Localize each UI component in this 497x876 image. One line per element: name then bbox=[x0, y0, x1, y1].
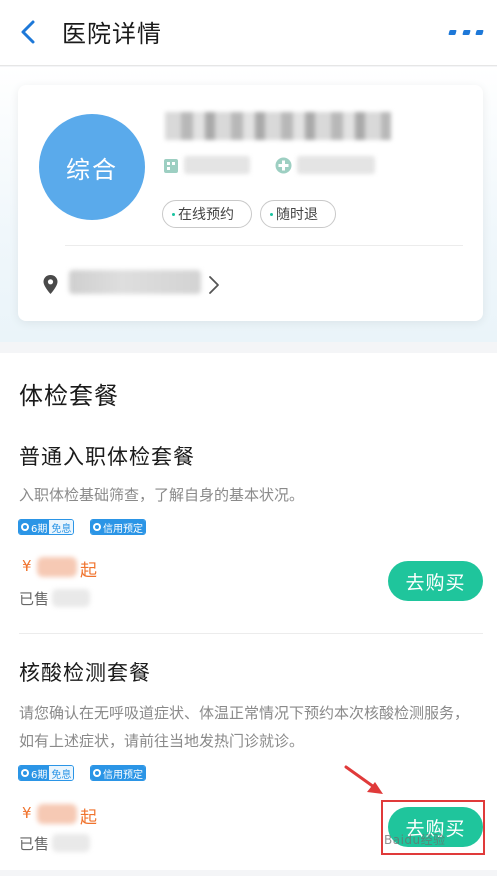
sold-count-label: 已售 bbox=[19, 835, 50, 853]
installment-icon bbox=[21, 769, 29, 777]
page-title: 医院详情 bbox=[62, 20, 162, 48]
watermark: Baidu经验 bbox=[384, 833, 446, 847]
price-currency: ¥ bbox=[22, 557, 32, 575]
package-description: 请您确认在无呼吸道症状、体温正常情况下预约本次核酸检测服务，如有上述症状，请前往… bbox=[19, 704, 470, 750]
hospital-level-redacted bbox=[184, 156, 250, 174]
buy-button[interactable]: 去购买 bbox=[388, 561, 483, 601]
hospital-type-icon bbox=[275, 157, 292, 174]
tag-online-booking: 在线预约 bbox=[162, 200, 252, 228]
hospital-name-redacted bbox=[165, 112, 391, 140]
red-arrow-annotation bbox=[344, 765, 383, 794]
more-dots-icon[interactable] bbox=[448, 26, 484, 38]
price-redacted bbox=[37, 804, 77, 824]
credit-label: 信用预定 bbox=[103, 523, 143, 535]
package-section: 体检套餐 普通入职体检套餐 入职体检基础筛查，了解自身的基本状况。 6期 免息 … bbox=[0, 353, 497, 876]
hospital-card: 综合 在线预约 随时退 bbox=[18, 85, 483, 321]
top-bar: 医院详情 bbox=[0, 0, 497, 66]
credit-label: 信用预定 bbox=[103, 769, 143, 781]
section-title: 体检套餐 bbox=[19, 382, 119, 410]
price-redacted bbox=[37, 557, 77, 577]
sold-count-redacted bbox=[52, 589, 90, 607]
sold-count-redacted bbox=[52, 834, 90, 852]
price-suffix: 起 bbox=[80, 808, 97, 828]
installment-sub-label: 免息 bbox=[49, 520, 74, 534]
credit-badge: 信用预定 bbox=[90, 765, 146, 781]
package-title[interactable]: 普通入职体检套餐 bbox=[19, 441, 195, 471]
installment-label: 6期 bbox=[31, 523, 48, 535]
tag-online-booking-label: 在线预约 bbox=[178, 207, 234, 223]
hospital-avatar: 综合 bbox=[39, 114, 145, 220]
package-title[interactable]: 核酸检测套餐 bbox=[19, 657, 151, 687]
sold-count-label: 已售 bbox=[19, 590, 50, 608]
bottom-strip bbox=[0, 870, 497, 876]
credit-icon bbox=[93, 769, 101, 777]
package-divider bbox=[19, 633, 483, 634]
card-divider bbox=[65, 245, 463, 246]
hospital-address-redacted[interactable] bbox=[69, 270, 201, 294]
price-currency: ¥ bbox=[22, 804, 32, 822]
chevron-left-icon[interactable] bbox=[14, 17, 42, 47]
hospital-type-redacted bbox=[297, 156, 375, 174]
location-pin-icon bbox=[43, 275, 58, 294]
installment-icon bbox=[21, 523, 29, 531]
price-suffix: 起 bbox=[80, 561, 97, 581]
installment-label: 6期 bbox=[31, 769, 48, 781]
installment-badge: 6期 免息 bbox=[18, 765, 75, 781]
credit-icon bbox=[93, 523, 101, 531]
installment-badge: 6期 免息 bbox=[18, 519, 75, 535]
chevron-right-icon[interactable] bbox=[207, 274, 221, 296]
credit-badge: 信用预定 bbox=[90, 519, 146, 535]
package-description: 入职体检基础筛查，了解自身的基本状况。 bbox=[19, 486, 305, 504]
tag-refund-anytime-label: 随时退 bbox=[276, 207, 318, 223]
installment-sub-label: 免息 bbox=[49, 766, 74, 780]
tag-refund-anytime: 随时退 bbox=[260, 200, 336, 228]
hospital-level-icon bbox=[164, 159, 178, 173]
